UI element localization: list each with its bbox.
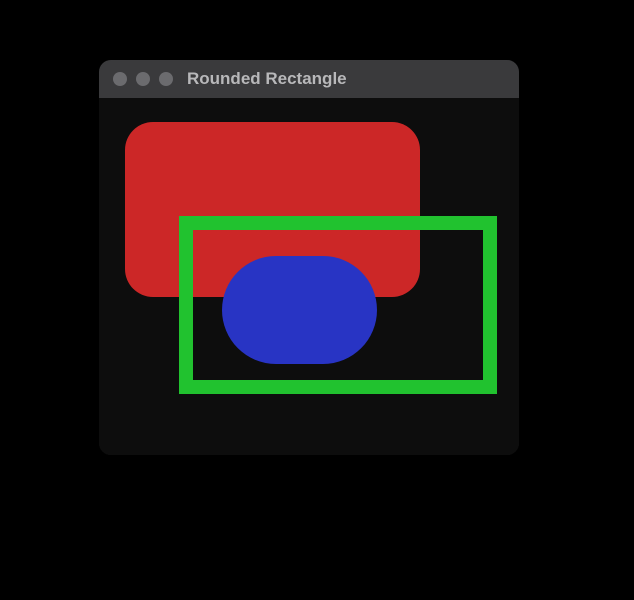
- green-outline-rectangle-shape: [179, 216, 497, 394]
- canvas-area: [99, 98, 519, 455]
- window-title: Rounded Rectangle: [187, 69, 347, 89]
- maximize-icon[interactable]: [159, 72, 173, 86]
- minimize-icon[interactable]: [136, 72, 150, 86]
- app-window: Rounded Rectangle: [99, 60, 519, 455]
- window-titlebar: Rounded Rectangle: [99, 60, 519, 98]
- traffic-lights: [113, 72, 173, 86]
- close-icon[interactable]: [113, 72, 127, 86]
